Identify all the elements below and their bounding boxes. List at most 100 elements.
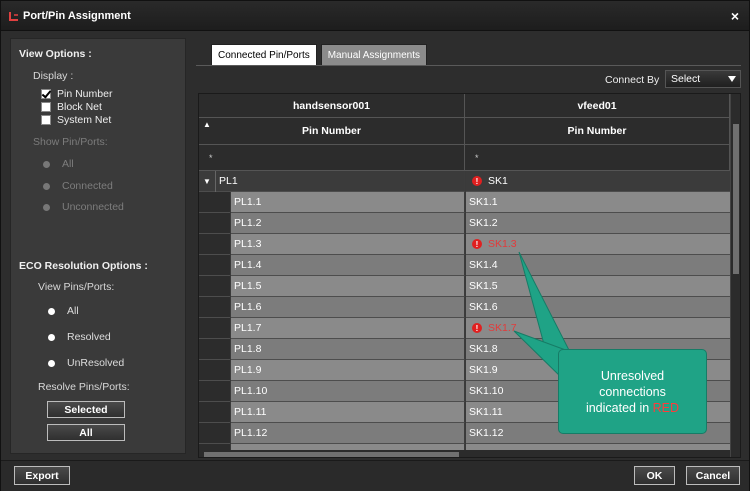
row-indent [199, 255, 230, 276]
connected-pin-cell[interactable]: SK1.2 [466, 213, 730, 234]
row-indent [199, 360, 230, 381]
connected-pin-cell[interactable]: SK1.1 [466, 192, 730, 213]
filter-cell-col1[interactable]: * [199, 145, 465, 171]
display-label: Display : [33, 70, 74, 82]
pin-cell: PL1.2 [231, 213, 465, 234]
expand-collapse-icon[interactable]: ▼ [199, 177, 215, 186]
show-pin-ports-label: Show Pin/Ports: [33, 136, 108, 148]
pin-cell: PL1.10 [231, 381, 465, 402]
show-connected-radio[interactable]: Connected [43, 180, 113, 192]
block-net-label: Block Net [57, 101, 102, 113]
table-row[interactable]: PL1.3! SK1.3 [199, 234, 730, 255]
system-net-label: System Net [57, 114, 112, 126]
radio-icon [43, 160, 50, 168]
chevron-down-icon [728, 76, 736, 82]
tab-divider [196, 65, 741, 66]
export-button[interactable]: Export [14, 466, 70, 485]
table-row[interactable]: PL1.1 SK1.1 [199, 192, 730, 213]
row-indent [199, 423, 230, 444]
connected-pin-cell[interactable]: ! SK1.7 [466, 318, 730, 339]
pin-cell: PL1.4 [231, 255, 465, 276]
port-pin-assignment-dialog: Port/Pin Assignment × View Options : Dis… [0, 0, 750, 491]
vertical-scrollbar[interactable] [730, 94, 740, 457]
group-target-label: SK1 [488, 175, 508, 187]
show-all-radio[interactable]: All [43, 158, 74, 170]
show-unconnected-radio[interactable]: Unconnected [43, 201, 124, 213]
tab-connected-pin-ports[interactable]: Connected Pin/Ports [211, 44, 317, 66]
error-icon: ! [472, 176, 482, 186]
unresolved-pin-label: SK1.3 [488, 238, 517, 250]
column-header-pin-number-2[interactable]: Pin Number [465, 118, 730, 145]
pin-cell: PL1.9 [231, 360, 465, 381]
group-target-cell: ! SK1 [466, 171, 730, 192]
resolve-pins-ports-label: Resolve Pins/Ports: [38, 381, 130, 393]
pin-cell: PL1.1 [231, 192, 465, 213]
radio-icon [48, 307, 55, 315]
callout-line: indicated in RED [559, 400, 706, 416]
table-row[interactable]: PL1.2 SK1.2 [199, 213, 730, 234]
scrollbar-thumb[interactable] [204, 452, 459, 457]
pin-cell: PL1.12 [231, 423, 465, 444]
radio-icon [48, 333, 55, 341]
callout-line: connections [599, 384, 666, 399]
scrollbar-thumb[interactable] [733, 124, 739, 274]
eco-unresolved-radio[interactable]: UnResolved [48, 357, 124, 369]
radio-icon [43, 203, 50, 211]
view-options-title: View Options : [19, 48, 92, 60]
error-icon: ! [472, 323, 482, 333]
close-icon[interactable]: × [731, 8, 739, 24]
connected-pin-cell[interactable]: SK1.5 [466, 276, 730, 297]
pin-number-checkbox[interactable]: Pin Number [41, 88, 112, 100]
pin-cell: PL1.7 [231, 318, 465, 339]
radio-label: Unconnected [62, 201, 124, 213]
radio-icon [43, 182, 50, 190]
title-bar: Port/Pin Assignment × [1, 1, 749, 31]
row-indent [199, 297, 230, 318]
connect-by-value: Select [671, 73, 701, 85]
pin-cell: PL1.5 [231, 276, 465, 297]
cancel-button[interactable]: Cancel [686, 466, 740, 485]
system-net-checkbox[interactable]: System Net [41, 114, 111, 126]
radio-label: Resolved [67, 331, 111, 343]
connected-pin-cell[interactable]: SK1.4 [466, 255, 730, 276]
ok-button[interactable]: OK [634, 466, 675, 485]
radio-label: All [62, 158, 74, 170]
eco-resolved-radio[interactable]: Resolved [48, 331, 111, 343]
column-group-vfeed01: vfeed01 [465, 94, 730, 118]
pin-cell: PL1.3 [231, 234, 465, 255]
tab-manual-assignments[interactable]: Manual Assignments [320, 44, 427, 66]
group-label: PL1 [215, 170, 238, 192]
resolve-selected-button[interactable]: Selected [47, 401, 125, 418]
connect-by-label: Connect By [605, 74, 660, 86]
resolve-all-button[interactable]: All [47, 424, 125, 441]
table-row[interactable]: PL1.5 SK1.5 [199, 276, 730, 297]
row-indent [199, 276, 230, 297]
table-row-group[interactable]: ▼ PL1 ! SK1 [199, 170, 730, 192]
callout-line: Unresolved [600, 368, 665, 383]
connected-pin-cell[interactable]: SK1.6 [466, 297, 730, 318]
table-row[interactable]: PL1.4 SK1.4 [199, 255, 730, 276]
app-icon [9, 12, 18, 21]
row-indent [199, 234, 230, 255]
connected-pin-cell[interactable]: ! SK1.3 [466, 234, 730, 255]
error-icon: ! [472, 239, 482, 249]
column-header-label: Pin Number [567, 125, 627, 137]
pin-cell: PL1.6 [231, 297, 465, 318]
radio-label: Connected [62, 180, 113, 192]
column-header-pin-number-1[interactable]: ▲ Pin Number [199, 118, 465, 145]
checkbox-checked-icon [41, 89, 51, 99]
table-row[interactable]: PL1.7! SK1.7 [199, 318, 730, 339]
annotation-callout: Unresolved connections indicated in RED [558, 349, 707, 434]
horizontal-scrollbar[interactable] [199, 450, 730, 457]
radio-icon [48, 359, 55, 367]
eco-all-radio[interactable]: All [48, 305, 79, 317]
group-cell: ▼ PL1 [199, 170, 465, 192]
table-row[interactable]: PL1.6 SK1.6 [199, 297, 730, 318]
connect-by-select[interactable]: Select [665, 70, 741, 88]
filter-cell-col2[interactable]: * [465, 145, 730, 171]
radio-label: All [67, 305, 79, 317]
row-indent [199, 402, 230, 423]
row-indent [199, 318, 230, 339]
block-net-checkbox[interactable]: Block Net [41, 101, 102, 113]
row-indent [199, 381, 230, 402]
